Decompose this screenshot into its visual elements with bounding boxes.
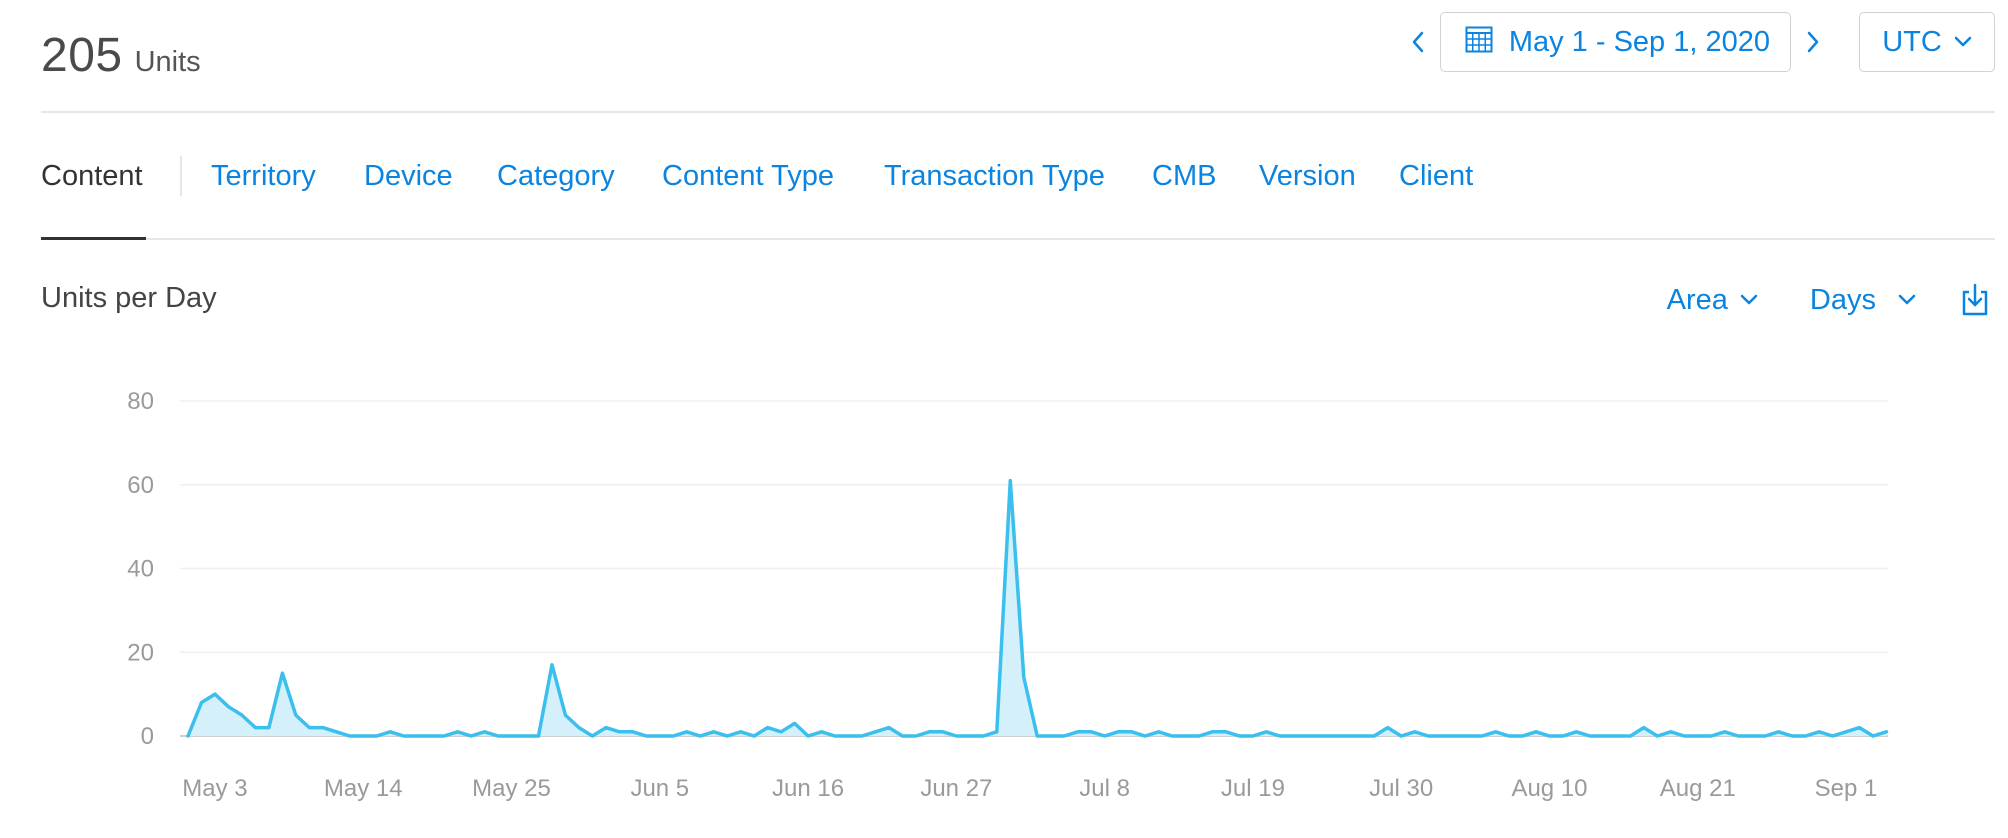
chevron-down-icon — [1740, 294, 1758, 305]
tab-category[interactable]: Category — [497, 113, 615, 240]
chevron-down-icon — [1954, 36, 1972, 47]
x-tick-label: Jun 27 — [920, 775, 992, 802]
y-tick-label: 60 — [127, 472, 154, 499]
total-units-label: Units — [134, 46, 201, 78]
tab-client[interactable]: Client — [1399, 113, 1473, 240]
tab-divider — [180, 156, 182, 196]
active-tab-indicator — [41, 237, 146, 240]
date-controls: May 1 - Sep 1, 2020 UTC — [1402, 12, 1995, 72]
date-range-label: May 1 - Sep 1, 2020 — [1508, 25, 1770, 58]
y-tick-label: 40 — [127, 556, 154, 583]
y-tick-label: 80 — [127, 388, 154, 415]
chart-type-label: Area — [1666, 283, 1728, 316]
tab-territory[interactable]: Territory — [211, 113, 316, 240]
x-tick-label: Jul 19 — [1221, 775, 1285, 802]
chevron-down-icon — [1898, 294, 1916, 305]
tab-content[interactable]: Content — [41, 113, 143, 240]
download-icon[interactable] — [1960, 283, 1990, 317]
dimension-tabs: Content Territory Device Category Conten… — [41, 113, 1995, 240]
tab-version[interactable]: Version — [1259, 113, 1356, 240]
tab-device[interactable]: Device — [364, 113, 453, 240]
chevron-right-icon — [1807, 31, 1819, 53]
x-tick-label: Jul 30 — [1369, 775, 1433, 802]
next-period-button[interactable] — [1797, 12, 1829, 72]
units-per-day-chart: 0 20 40 60 80 May 3 May 14 May 25 Jun 5 Jun 16 Jun… — [127, 388, 1889, 802]
series-line — [186, 478, 1889, 738]
granularity-label: Days — [1809, 283, 1876, 316]
x-tick-label: Sep 1 — [1815, 775, 1878, 802]
x-tick-label: Jul 8 — [1079, 775, 1130, 802]
tab-transaction-type[interactable]: Transaction Type — [884, 113, 1105, 240]
chart-title: Units per Day — [41, 282, 217, 314]
x-tick-label: May 3 — [182, 775, 247, 802]
chevron-left-icon — [1412, 31, 1424, 53]
header: 205 Units May 1 - Sep 1, 2020 UTC — [41, 0, 1995, 113]
chart-controls: Area Days — [1667, 278, 1990, 322]
y-tick-label: 0 — [141, 723, 154, 750]
timezone-select[interactable]: UTC — [1859, 12, 1995, 72]
x-tick-label: Jun 16 — [772, 775, 844, 802]
timezone-label: UTC — [1882, 25, 1942, 58]
chart-type-dropdown[interactable]: Area — [1667, 284, 1758, 317]
total-units-value: 205 — [41, 29, 123, 82]
calendar-icon — [1465, 26, 1493, 53]
series-area-fill — [188, 480, 1887, 736]
y-tick-label: 20 — [127, 639, 154, 666]
x-tick-label: Aug 10 — [1511, 775, 1587, 802]
previous-period-button[interactable] — [1402, 12, 1434, 72]
x-tick-label: Jun 5 — [630, 775, 689, 802]
x-tick-label: May 14 — [324, 775, 403, 802]
granularity-dropdown[interactable]: Days — [1810, 284, 1916, 317]
x-tick-label: Aug 21 — [1660, 775, 1736, 802]
date-range-button[interactable]: May 1 - Sep 1, 2020 — [1439, 12, 1791, 72]
total-units: 205 Units — [41, 28, 201, 83]
tab-content-type[interactable]: Content Type — [662, 113, 834, 240]
tab-cmb[interactable]: CMB — [1152, 113, 1216, 240]
x-tick-label: May 25 — [472, 775, 551, 802]
